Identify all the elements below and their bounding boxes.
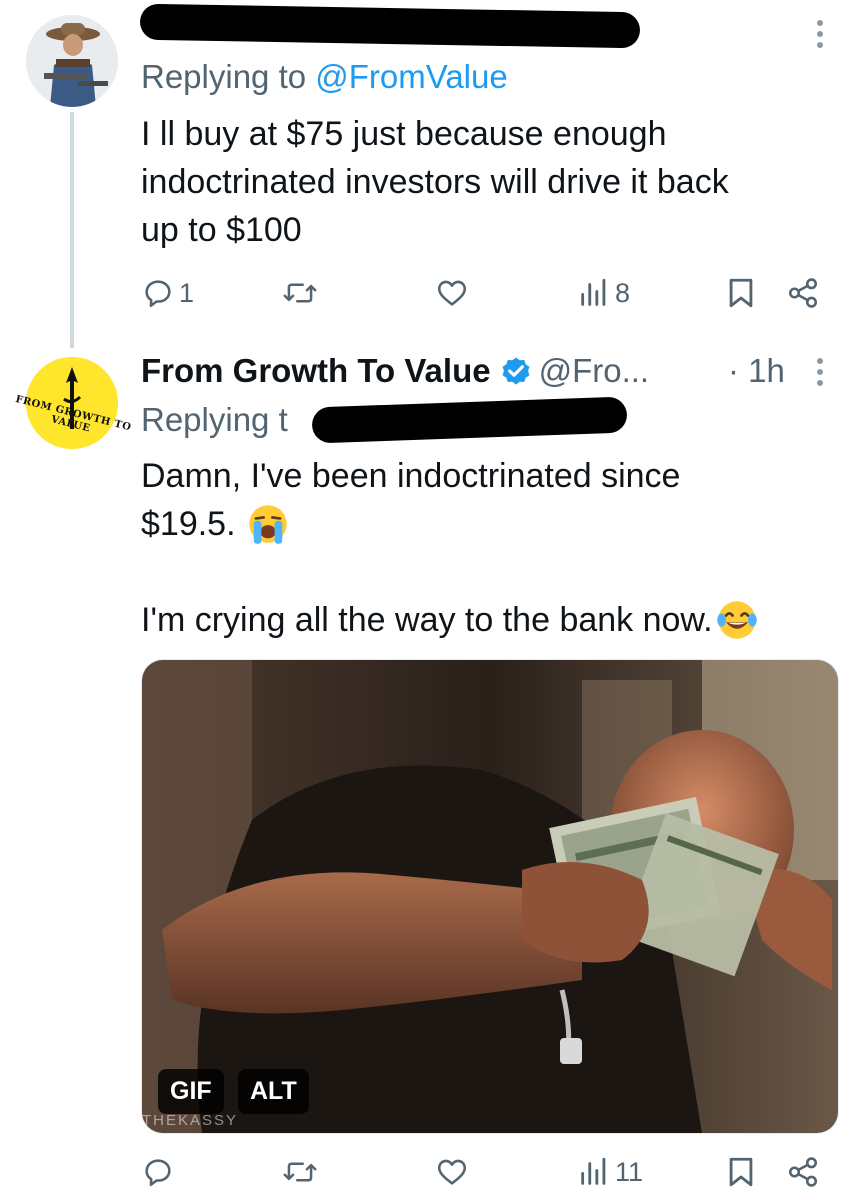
gif-watermark: THEKASSY <box>142 1112 239 1129</box>
reply-count: 1 <box>179 277 195 308</box>
views-icon <box>581 278 606 306</box>
author-name[interactable]: From Growth To Value <box>141 352 491 390</box>
author-handle[interactable]: @Fro... <box>539 352 650 390</box>
reply-icon <box>145 280 171 308</box>
tweet-text: Damn, I've been indoctrinated since $19.… <box>141 452 841 644</box>
more-icon[interactable] <box>816 358 824 386</box>
tweet-text-line: Damn, I've been indoctrinated since <box>141 457 681 495</box>
tweet-text-line: $19.5. <box>141 505 236 543</box>
like-icon <box>437 280 467 306</box>
reply-button[interactable]: 1 <box>141 276 194 310</box>
timestamp-value: 1h <box>748 352 785 389</box>
bookmark-icon <box>729 1157 753 1187</box>
thread-connector-line <box>70 112 74 348</box>
replying-prefix: Replying t <box>141 401 288 438</box>
tweet-header: From Growth To Value @Fro... <box>141 352 649 390</box>
tweet-text-line: I ll buy at $75 just because enough <box>141 115 667 153</box>
views-count: 11 <box>615 1156 644 1187</box>
like-button[interactable] <box>434 1155 474 1189</box>
loudly-crying-face-emoji-icon <box>248 505 287 544</box>
reply-icon <box>145 1159 171 1187</box>
tweet-text-line: indoctrinated investors will drive it ba… <box>141 163 729 201</box>
views-icon <box>581 1157 606 1185</box>
replying-to: Replying to @FromValue <box>141 58 508 96</box>
replying-to-handle-link[interactable]: @FromValue <box>315 58 507 95</box>
face-with-tears-of-joy-emoji-icon <box>716 601 757 639</box>
bookmark-button[interactable] <box>726 1155 756 1189</box>
timestamp-separator: · <box>728 352 739 389</box>
retweet-icon <box>283 1162 317 1182</box>
bookmark-button[interactable] <box>726 276 756 310</box>
verified-badge-icon <box>502 357 530 385</box>
alt-text-button[interactable]: ALT <box>238 1069 309 1114</box>
tweet-text: I ll buy at $75 just because enough indo… <box>141 110 841 254</box>
like-icon <box>437 1159 467 1185</box>
like-button[interactable] <box>434 276 474 310</box>
share-icon <box>788 278 818 308</box>
views-button[interactable]: 8 <box>577 276 630 310</box>
replying-prefix: Replying to <box>141 58 316 95</box>
retweet-button[interactable] <box>282 276 322 310</box>
gif-image-man-crying-with-money <box>142 660 838 1133</box>
tweet-text-line: I'm crying all the way to the bank now. <box>141 601 713 639</box>
views-button[interactable]: 11 <box>577 1155 643 1189</box>
retweet-icon <box>283 283 317 303</box>
gif-media[interactable]: GIF ALT THEKASSY <box>141 659 839 1134</box>
avatar[interactable] <box>26 15 118 107</box>
redacted-replying-handle <box>311 396 628 444</box>
tweet-text-line: up to $100 <box>141 211 302 249</box>
retweet-button[interactable] <box>282 1155 322 1189</box>
redacted-author-name <box>139 3 641 49</box>
more-icon[interactable] <box>816 20 824 48</box>
replying-to: Replying t <box>141 401 288 439</box>
views-count: 8 <box>615 277 631 308</box>
share-button[interactable] <box>786 1155 820 1189</box>
reply-button[interactable] <box>141 1155 179 1189</box>
share-button[interactable] <box>786 276 820 310</box>
tweet-timestamp[interactable]: · 1h <box>728 352 785 390</box>
share-icon <box>788 1157 818 1187</box>
bookmark-icon <box>729 278 753 308</box>
gif-badge: GIF <box>158 1069 224 1114</box>
avatar-image <box>26 15 118 107</box>
